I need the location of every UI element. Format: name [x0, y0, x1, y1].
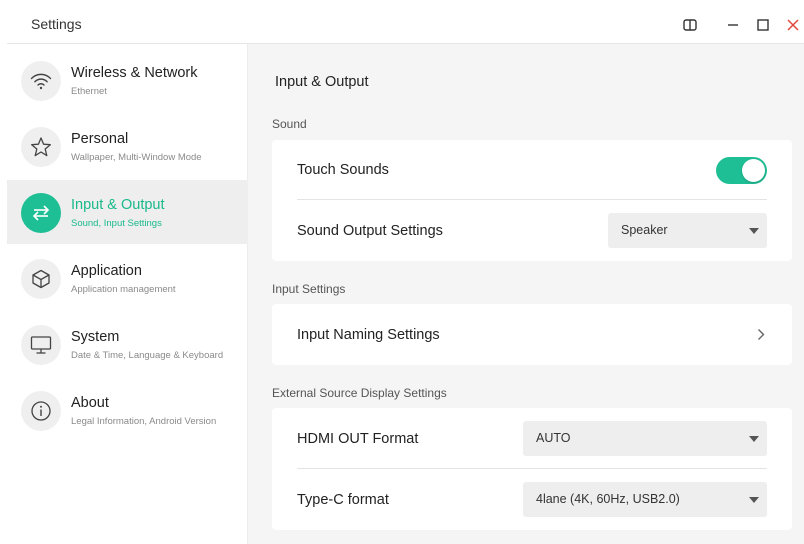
- sidebar-item-subtitle: Sound, Input Settings: [71, 218, 162, 229]
- sidebar-item-subtitle: Ethernet: [71, 86, 107, 97]
- dropdown-value: AUTO: [536, 431, 571, 445]
- caret-down-icon: [749, 228, 759, 234]
- sound-output-label: Sound Output Settings: [297, 223, 443, 239]
- nav-icon-bg: [21, 259, 61, 299]
- wifi-icon: [30, 73, 52, 90]
- hdmi-out-dropdown[interactable]: AUTO: [523, 421, 767, 456]
- sound-output-dropdown[interactable]: Speaker: [608, 213, 767, 248]
- sidebar-item-label: About: [71, 395, 109, 411]
- section-label-input-settings: Input Settings: [272, 282, 346, 296]
- sidebar-item-wireless-network[interactable]: Wireless & Network Ethernet: [7, 48, 248, 112]
- sidebar-item-personal[interactable]: Personal Wallpaper, Multi-Window Mode: [7, 114, 248, 178]
- section-label-sound: Sound: [272, 117, 307, 131]
- sidebar-item-label: Personal: [71, 131, 129, 147]
- caret-down-icon: [749, 436, 759, 442]
- split-view-button[interactable]: [680, 15, 700, 35]
- close-icon: [787, 19, 799, 31]
- dropdown-value: 4lane (4K, 60Hz, USB2.0): [536, 492, 680, 506]
- minimize-button[interactable]: [723, 15, 743, 35]
- monitor-icon: [30, 336, 52, 354]
- caret-down-icon: [749, 497, 759, 503]
- typec-format-label: Type-C format: [297, 492, 389, 508]
- external-source-card: HDMI OUT Format AUTO Type-C format 4lane…: [272, 408, 792, 530]
- sidebar-item-label: System: [71, 329, 120, 345]
- chevron-right-icon: [758, 329, 765, 340]
- touch-sounds-toggle[interactable]: [716, 157, 767, 184]
- nav-icon-bg: [21, 127, 61, 167]
- star-icon: [31, 137, 51, 157]
- sidebar-item-subtitle: Legal Information, Android Version: [71, 416, 217, 427]
- sidebar-item-about[interactable]: About Legal Information, Android Version: [7, 378, 248, 442]
- nav-icon-bg: [21, 193, 61, 233]
- minimize-icon: [728, 24, 738, 26]
- sidebar: Wireless & Network Ethernet Personal Wal…: [7, 44, 248, 544]
- touch-sounds-label: Touch Sounds: [297, 162, 389, 178]
- settings-window: Settings Wireless & Network Ethernet Per…: [7, 6, 804, 544]
- sidebar-item-label: Input & Output: [71, 197, 165, 213]
- maximize-icon: [757, 19, 769, 31]
- sound-card: Touch Sounds Sound Output Settings Speak…: [272, 140, 792, 261]
- sidebar-item-label: Wireless & Network: [71, 65, 198, 81]
- toggle-knob: [742, 159, 765, 182]
- typec-format-dropdown[interactable]: 4lane (4K, 60Hz, USB2.0): [523, 482, 767, 517]
- sidebar-item-label: Application: [71, 263, 142, 279]
- nav-icon-bg: [21, 391, 61, 431]
- hdmi-out-label: HDMI OUT Format: [297, 431, 419, 447]
- sidebar-item-system[interactable]: System Date & Time, Language & Keyboard: [7, 312, 248, 376]
- nav-icon-bg: [21, 61, 61, 101]
- section-label-external-source: External Source Display Settings: [272, 386, 447, 400]
- divider: [297, 199, 767, 200]
- sidebar-item-subtitle: Date & Time, Language & Keyboard: [71, 350, 224, 361]
- dropdown-value: Speaker: [621, 223, 668, 237]
- maximize-button[interactable]: [753, 15, 773, 35]
- page-title: Input & Output: [275, 74, 369, 90]
- input-naming-row[interactable]: Input Naming Settings: [272, 304, 792, 365]
- window-title: Settings: [31, 16, 82, 32]
- sidebar-item-application[interactable]: Application Application management: [7, 246, 248, 310]
- sidebar-item-input-output[interactable]: Input & Output Sound, Input Settings: [7, 180, 248, 244]
- title-bar: Settings: [7, 6, 804, 44]
- sidebar-item-subtitle: Application management: [71, 284, 176, 295]
- main-content: Input & Output Sound Touch Sounds Sound …: [249, 44, 804, 544]
- info-icon: [31, 401, 51, 421]
- swap-arrows-icon: [32, 205, 50, 221]
- input-naming-label: Input Naming Settings: [297, 327, 440, 343]
- split-view-icon: [683, 19, 697, 31]
- close-button[interactable]: [783, 15, 803, 35]
- divider: [297, 468, 767, 469]
- sidebar-item-subtitle: Wallpaper, Multi-Window Mode: [71, 152, 202, 163]
- cube-icon: [32, 269, 50, 289]
- nav-icon-bg: [21, 325, 61, 365]
